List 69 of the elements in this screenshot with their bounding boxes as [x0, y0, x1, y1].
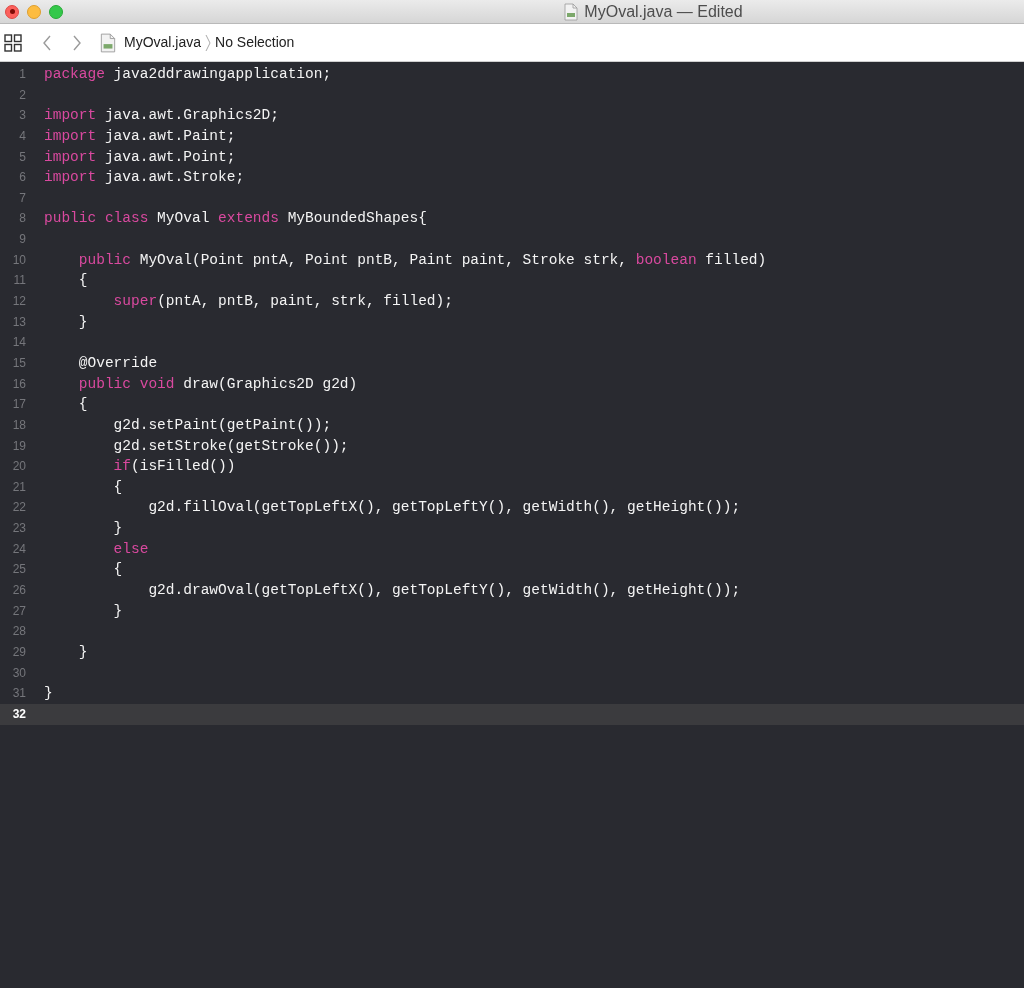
code-line: g2d.fillOval(getTopLeftX(), getTopLeftY(), getWidth(), getHeight());: [147, 498, 742, 518]
code-line: public void draw(Graphics2D g2d): [77, 374, 359, 394]
line-number: 10: [11, 251, 27, 269]
breadcrumb-location[interactable]: No Selection: [215, 32, 295, 53]
line-number: 32: [0, 703, 36, 725]
code-line: {: [112, 560, 124, 580]
line-number: 21: [11, 478, 27, 496]
line-number: 18: [11, 416, 27, 434]
code-line: import java.awt.Stroke;: [43, 168, 246, 188]
line-number: 28: [11, 623, 27, 641]
line-number: 22: [11, 499, 27, 517]
line-number: 31: [11, 685, 27, 703]
line-number: 7: [18, 189, 27, 207]
line-number: 6: [18, 169, 27, 187]
code-line: import java.awt.Paint;: [43, 126, 237, 146]
line-number: 1: [18, 66, 27, 83]
code-line: import java.awt.Point;: [43, 147, 237, 167]
code-line: g2d.drawOval(getTopLeftX(), getTopLeftY(), getWidth(), getHeight());: [147, 581, 742, 600]
line-number: 25: [11, 561, 27, 579]
line-number: 2: [18, 86, 27, 104]
line-number: 4: [18, 127, 27, 145]
java-file-icon: [100, 32, 116, 53]
line-number: 3: [18, 107, 27, 125]
code-line: @Override: [77, 353, 159, 373]
code-line: {: [77, 395, 89, 415]
code-line: super(pntA, pntB, paint, strk, filled);: [112, 292, 454, 312]
breadcrumb-file[interactable]: MyOval.java: [124, 32, 202, 53]
code-line: public MyOval(Point pntA, Point pntB, Paint paint, Stroke strk, boolean filled): [77, 250, 768, 270]
code-line: }: [112, 519, 124, 539]
line-number: 29: [11, 643, 27, 661]
code-line: {: [77, 271, 89, 291]
line-number: 13: [11, 313, 27, 331]
line-number: 12: [11, 293, 27, 311]
line-number: 23: [11, 520, 27, 538]
window-title: MyOval.java — Edited: [584, 1, 743, 22]
code-line: g2d.setStroke(getStroke());: [112, 436, 350, 456]
code-line: else: [112, 539, 150, 559]
code-line: }: [77, 642, 89, 662]
close-button[interactable]: [5, 4, 19, 19]
line-number: 9: [18, 231, 27, 249]
zoom-button[interactable]: [49, 4, 63, 19]
line-number: 15: [11, 354, 27, 372]
line-number: 24: [11, 540, 27, 558]
line-number: 11: [12, 272, 27, 290]
code-line: }: [43, 684, 54, 704]
code-line: g2d.setPaint(getPaint());: [112, 415, 333, 435]
line-number: 20: [11, 458, 27, 476]
line-number: 27: [11, 602, 27, 620]
line-number: 8: [18, 210, 27, 228]
line-number: 19: [11, 437, 27, 455]
code-line: public class MyOval extends MyBoundedShapes{: [43, 209, 428, 229]
breadcrumb-separator-icon: [205, 33, 212, 52]
line-number: 16: [11, 375, 27, 393]
minimize-button[interactable]: [27, 4, 41, 19]
grid-icon[interactable]: [4, 33, 22, 52]
code-line: }: [77, 312, 89, 332]
code-line: if(isFilled()): [112, 457, 237, 477]
code-line: package java2ddrawingapplication;: [43, 65, 333, 84]
java-file-icon: [564, 2, 579, 21]
code-line: import java.awt.Graphics2D;: [43, 106, 280, 126]
line-number: 5: [18, 148, 27, 166]
code-line: }: [112, 601, 124, 621]
back-chevron-icon[interactable]: [42, 34, 52, 51]
line-number: 26: [11, 582, 27, 599]
code-line: {: [112, 477, 124, 497]
line-number: 30: [11, 664, 27, 682]
line-number: 17: [11, 396, 27, 414]
forward-chevron-icon[interactable]: [72, 34, 82, 51]
line-number: 14: [11, 334, 27, 352]
